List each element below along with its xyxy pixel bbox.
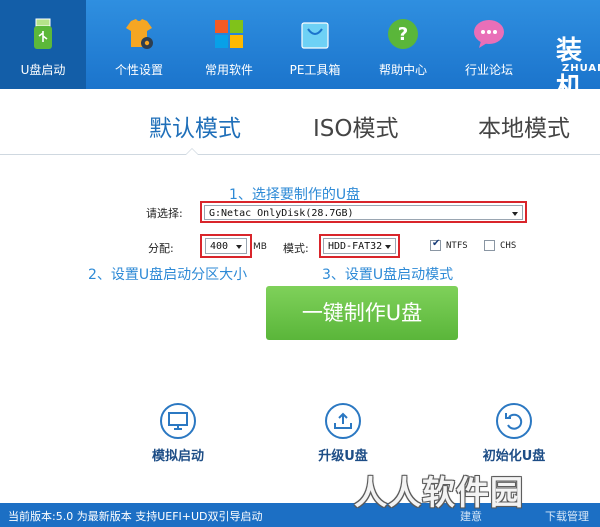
- version-text: 当前版本:5.0 为最新版本 支持UEFI+UD双引导启动: [8, 510, 263, 523]
- boot-mode-select[interactable]: HDD-FAT32: [323, 238, 396, 254]
- tab-default-mode[interactable]: 默认模式: [149, 109, 241, 143]
- tab-indicator-inner: [186, 149, 198, 155]
- apps-grid-icon: [215, 20, 243, 48]
- simulate-boot-label: 模拟启动: [151, 449, 204, 464]
- make-usb-button[interactable]: 一键制作U盘: [266, 286, 458, 340]
- usb-drive-icon: [34, 18, 52, 49]
- forum-chat-icon: [474, 20, 504, 48]
- tool-forum[interactable]: 行业论坛: [446, 0, 532, 89]
- tool-label: U盘启动: [20, 63, 66, 77]
- dropdown-arrow-icon: [236, 245, 242, 249]
- disk-select[interactable]: G:Netac OnlyDisk(28.7GB): [204, 205, 523, 220]
- svg-text:?: ?: [398, 24, 408, 45]
- tool-usb-boot[interactable]: U盘启动: [0, 0, 86, 89]
- dropdown-arrow-icon: [512, 212, 518, 216]
- disk-select-value: G:Netac OnlyDisk(28.7GB): [209, 208, 354, 219]
- tool-help[interactable]: ? 帮助中心: [360, 0, 446, 89]
- tab-iso-mode[interactable]: ISO模式: [313, 109, 399, 143]
- partition-unit: MB: [253, 242, 267, 252]
- tool-personalize[interactable]: 个性设置: [96, 0, 182, 89]
- dropdown-arrow-icon: [385, 245, 391, 249]
- reset-icon: [496, 403, 532, 439]
- check-icon: ✔: [432, 238, 441, 249]
- chs-label: CHS: [500, 241, 517, 251]
- ntfs-label: NTFS: [446, 241, 468, 251]
- tool-label: 帮助中心: [378, 63, 427, 77]
- top-toolbar: U盘启动 个性设置 常用软件 PE工具箱 ? 帮助中心 行业论坛 装机 ZHUA: [0, 0, 600, 103]
- chs-checkbox[interactable]: [484, 240, 495, 251]
- tool-label: PE工具箱: [289, 63, 341, 77]
- upgrade-usb-label: 升级U盘: [318, 449, 368, 464]
- watermark-text: 人人软件园: [354, 473, 524, 512]
- select-disk-label: 请选择:: [146, 207, 183, 220]
- upload-icon: [325, 403, 361, 439]
- help-icon: ?: [388, 19, 418, 49]
- shirt-gear-icon: [126, 19, 153, 49]
- tool-label: 个性设置: [114, 63, 163, 77]
- brand-logo-sub: ZHUANG: [562, 63, 600, 74]
- hint-step3: 3、设置U盘启动模式: [322, 267, 454, 283]
- tool-software[interactable]: 常用软件: [186, 0, 272, 89]
- tab-local-mode[interactable]: 本地模式: [478, 109, 570, 143]
- download-manager-link[interactable]: 下载管理: [545, 508, 589, 524]
- tab-divider: [0, 154, 600, 155]
- mode-label: 模式:: [283, 242, 309, 255]
- ntfs-checkbox[interactable]: ✔: [430, 238, 441, 251]
- tool-pe-toolbox[interactable]: PE工具箱: [272, 0, 358, 89]
- init-usb-label: 初始化U盘: [482, 449, 546, 464]
- toolbox-bag-icon: [301, 22, 329, 49]
- partition-size-select[interactable]: 400: [205, 238, 247, 254]
- boot-mode-value: HDD-FAT32: [328, 241, 383, 252]
- tool-label: 常用软件: [204, 63, 253, 77]
- partition-size-value: 400: [210, 241, 229, 252]
- partition-label: 分配:: [148, 242, 174, 255]
- mode-tabs: 默认模式 ISO模式 本地模式: [0, 89, 600, 155]
- tool-label: 行业论坛: [464, 63, 513, 77]
- hint-step2: 2、设置U盘启动分区大小: [88, 267, 248, 283]
- monitor-icon: [160, 403, 196, 439]
